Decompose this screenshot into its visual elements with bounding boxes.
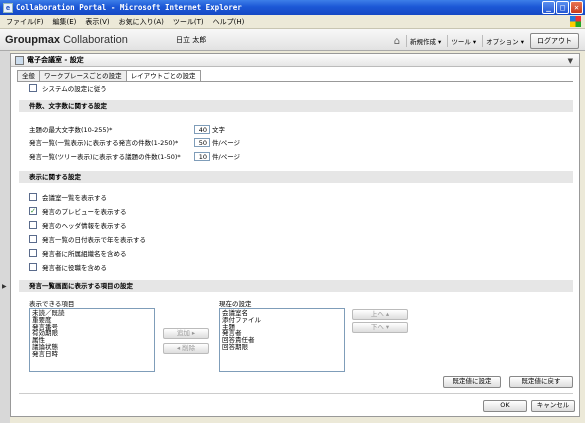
move-up-button[interactable]: 上へ ▴ — [352, 309, 408, 320]
option-label: 発言者に所属組織名を含める — [42, 250, 127, 258]
system-default-label: システムの設定に従う — [42, 85, 107, 93]
logout-button[interactable]: ログアウト — [530, 33, 579, 49]
option-checkbox[interactable]: ✓ — [29, 207, 37, 215]
section-counts: 件数、文字数に関する設定 — [19, 100, 573, 112]
system-default-row: システムの設定に従う — [29, 83, 107, 93]
list-count-input[interactable]: 50 — [194, 137, 210, 147]
tree-count-input[interactable]: 10 — [194, 151, 210, 161]
current-label: 現在の設定 — [219, 300, 252, 308]
windows-logo-icon — [570, 16, 581, 27]
field-label: 主題の最大文字数(10-255)* — [29, 126, 113, 134]
cancel-button[interactable]: キャンセル — [531, 400, 575, 412]
option-row: 会議室一覧を表示する — [29, 192, 107, 202]
option-label: 発言一覧の日付表示で年を表示する — [42, 236, 146, 244]
option-row: 発言一覧の日付表示で年を表示する — [29, 234, 146, 244]
subject-length-input[interactable]: 40 — [194, 124, 210, 134]
menu-edit[interactable]: 編集(E) — [53, 17, 77, 27]
tools-menu[interactable]: ツール ▾ — [447, 35, 479, 47]
field-label: 発言一覧(ツリー表示)に表示する議題の件数(1-50)* — [29, 153, 181, 161]
user-name: 日立 太郎 — [176, 36, 207, 44]
divider — [19, 393, 573, 394]
groupmax-logo: Groupmax Collaboration — [5, 33, 128, 46]
set-default-button[interactable]: 既定値に設定 — [443, 376, 501, 388]
panel-header: 電子会議室 - 設定 ▼ — [11, 54, 579, 67]
close-button[interactable]: ✕ — [570, 1, 583, 14]
settings-panel: 電子会議室 - 設定 ▼ 全般 ワークプレースごとの設定 レイアウトごとの設定 … — [10, 53, 580, 417]
window-title: Collaboration Portal - Microsoft Interne… — [16, 3, 242, 12]
menu-favorites[interactable]: お気に入り(A) — [119, 17, 164, 27]
menu-view[interactable]: 表示(V) — [85, 17, 109, 27]
minimize-button[interactable]: _ — [542, 1, 555, 14]
field-unit: 件/ページ — [212, 139, 241, 147]
move-down-button[interactable]: 下へ ▾ — [352, 322, 408, 333]
remove-button[interactable]: ◂ 削除 — [163, 343, 209, 354]
menu-file[interactable]: ファイル(F) — [6, 17, 44, 27]
field-list-count: 発言一覧(一覧表示)に表示する発言の件数(1-250)* 50 件/ページ — [29, 137, 240, 147]
list-item[interactable]: 発言日時 — [32, 350, 152, 358]
conference-icon — [15, 55, 24, 65]
maximize-button[interactable]: □ — [556, 1, 569, 14]
tab-workplace[interactable]: ワークプレースごとの設定 — [39, 70, 127, 81]
option-row: 発言のヘッダ情報を表示する — [29, 220, 127, 230]
portal-header: Groupmax Collaboration 日立 太郎 ⌂ 新規作成 ▾ ツー… — [0, 29, 585, 51]
expand-arrow-icon[interactable]: ▶ — [2, 283, 7, 290]
add-button[interactable]: 追加 ▸ — [163, 328, 209, 339]
window-titlebar: e Collaboration Portal - Microsoft Inter… — [0, 0, 585, 15]
field-unit: 件/ページ — [212, 153, 241, 161]
side-collapse-strip[interactable]: ▶ — [0, 51, 10, 423]
option-checkbox[interactable] — [29, 221, 37, 229]
field-tree-count: 発言一覧(ツリー表示)に表示する議題の件数(1-50)* 10 件/ページ — [29, 151, 240, 161]
option-checkbox[interactable] — [29, 235, 37, 243]
menu-bar: ファイル(F) 編集(E) 表示(V) お気に入り(A) ツール(T) ヘルプ(… — [0, 15, 585, 29]
option-label: 発言のプレビューを表示する — [42, 208, 127, 216]
field-unit: 文字 — [212, 126, 225, 134]
option-checkbox[interactable] — [29, 193, 37, 201]
option-row: 発言者に役職を含める — [29, 262, 107, 272]
restore-default-button[interactable]: 既定値に戻す — [509, 376, 573, 388]
option-row: ✓ 発言のプレビューを表示する — [29, 206, 127, 216]
option-label: 発言者に役職を含める — [42, 264, 107, 272]
option-row: 発言者に所属組織名を含める — [29, 248, 127, 258]
section-list-items: 発言一覧画面に表示する項目の設定 — [19, 280, 573, 292]
panel-menu-icon[interactable]: ▼ — [568, 57, 573, 65]
options-menu[interactable]: オプション ▾ — [482, 35, 527, 47]
tab-general[interactable]: 全般 — [17, 70, 40, 81]
ie-icon: e — [3, 2, 13, 13]
panel-title: 電子会議室 - 設定 — [27, 56, 84, 64]
option-label: 発言のヘッダ情報を表示する — [42, 222, 127, 230]
menu-tools[interactable]: ツール(T) — [173, 17, 204, 27]
field-label: 発言一覧(一覧表示)に表示する発言の件数(1-250)* — [29, 139, 179, 147]
new-menu[interactable]: 新規作成 ▾ — [405, 35, 444, 47]
available-label: 表示できる項目 — [29, 300, 75, 308]
option-checkbox[interactable] — [29, 249, 37, 257]
current-listbox[interactable]: 会議室名 添付ファイル 主題 発言者 回答責任者 回答期限 — [219, 308, 345, 372]
list-item[interactable]: 有効期限 — [32, 330, 152, 337]
ok-button[interactable]: OK — [483, 400, 527, 412]
list-item[interactable]: 回答期限 — [222, 344, 342, 351]
list-item[interactable]: 添付ファイル — [222, 316, 342, 324]
section-display: 表示に関する設定 — [19, 171, 573, 183]
system-default-checkbox[interactable] — [29, 84, 37, 92]
field-subject-length: 主題の最大文字数(10-255)* 40 文字 — [29, 124, 225, 134]
option-label: 会議室一覧を表示する — [42, 194, 107, 202]
available-listbox[interactable]: 未読／既読 重要度 発言番号 有効期限 属性 議論状態 発言日時 — [29, 308, 155, 372]
home-icon[interactable]: ⌂ — [391, 36, 403, 47]
option-checkbox[interactable] — [29, 263, 37, 271]
menu-help[interactable]: ヘルプ(H) — [213, 17, 245, 27]
